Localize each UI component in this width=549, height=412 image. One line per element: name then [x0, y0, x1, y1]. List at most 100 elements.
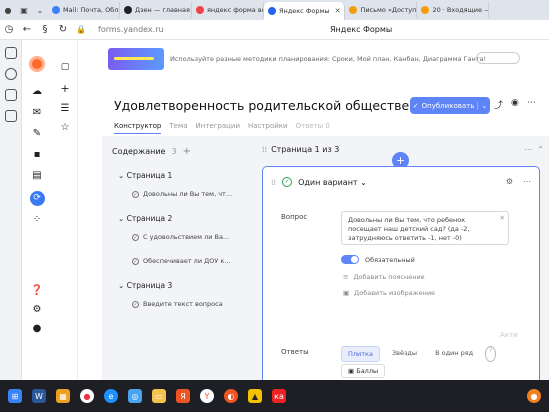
add-form-icon[interactable]: +	[52, 82, 78, 95]
banner-button[interactable]	[476, 52, 520, 64]
browser-tab[interactable]: Дзен — главная н	[120, 2, 192, 18]
reload-icon[interactable]: ↻	[54, 24, 72, 35]
edge-icon[interactable]: e	[104, 389, 118, 403]
question-text-input[interactable]: Довольны ли Вы тем, что ребенок посещает…	[341, 211, 509, 245]
outline-page-1[interactable]: ⌄ Страница 1	[118, 171, 252, 180]
sidebar-notes-icon[interactable]	[5, 110, 17, 122]
tab-settings[interactable]: Настройки	[248, 122, 288, 134]
form-title[interactable]: Удовлетворенность родительской обществен…	[114, 98, 456, 113]
tab-list-chevron-icon[interactable]: ⌄	[32, 2, 48, 18]
star-icon[interactable]: ☆	[52, 122, 78, 133]
outline-question[interactable]: ✓ Довольны ли Вы тем, чт...	[132, 190, 252, 198]
tab-answers[interactable]: Ответы 0	[296, 122, 330, 134]
browser-tab[interactable]: Яндекс Формы ✕	[264, 2, 346, 20]
answer-mode-tiles[interactable]: Плитка	[341, 346, 380, 362]
score-button[interactable]: ▣ Баллы	[341, 364, 386, 378]
question-settings-icon[interactable]: ⚙	[506, 177, 513, 186]
sidebar-messenger-icon[interactable]	[5, 89, 17, 101]
sidebar-toggle-icon[interactable]: ◷	[0, 24, 18, 35]
sidebar-media-icon[interactable]	[5, 68, 17, 80]
alert-icon[interactable]: ▲	[248, 389, 262, 403]
sidebar-apps-icon[interactable]	[5, 47, 17, 59]
explorer-folder-icon[interactable]: ◎	[128, 389, 142, 403]
user-avatar-icon[interactable]: ●	[22, 323, 52, 334]
windows-start-icon[interactable]: ⊞	[8, 389, 22, 403]
add-page-icon[interactable]: +	[183, 146, 191, 157]
radio-question-icon: ✓	[132, 257, 139, 265]
question-type-row: ⁞⁞ ✓ Один вариант ⌄	[271, 177, 367, 187]
browser-collections-icon[interactable]: ▣	[16, 2, 32, 18]
mail-icon[interactable]: ✉	[22, 107, 52, 118]
answers-label: Ответы	[281, 348, 309, 356]
address-page-title: Яндекс Формы	[330, 25, 393, 34]
hint-icon: ≡	[343, 273, 349, 281]
chrome-icon[interactable]: ●	[80, 389, 94, 403]
forms-logo-icon[interactable]: ⟳	[29, 191, 45, 206]
banner-image	[108, 48, 164, 70]
browser-menu-icon[interactable]: ●	[0, 2, 16, 18]
url-field[interactable]: forms.yandex.ru	[98, 25, 164, 34]
apps-grid-icon[interactable]: ⁘	[22, 214, 52, 225]
publish-dropdown-icon[interactable]: ⌄	[477, 101, 487, 110]
clear-icon[interactable]: ✕	[500, 214, 505, 223]
browser-sidebar	[0, 40, 22, 380]
tab-theme[interactable]: Тема	[169, 122, 187, 134]
page-more-icon[interactable]: ⋯ ⌃	[524, 145, 544, 154]
printer-icon[interactable]: ▤	[22, 170, 52, 181]
required-toggle[interactable]	[341, 255, 359, 264]
outline-question[interactable]: ✓ Введите текст вопроса	[132, 300, 252, 308]
tab-favicon-icon	[52, 6, 60, 14]
required-toggle-row[interactable]: Обязательный	[341, 255, 415, 264]
close-tab-icon[interactable]: ✕	[335, 7, 341, 15]
outline-question[interactable]: ✓ Обеспечивает ли ДОУ к...	[132, 257, 252, 265]
notification-icon[interactable]: ●	[527, 389, 541, 403]
help-icon[interactable]: ?	[485, 346, 497, 362]
outline-header: Содержание 3 +	[112, 146, 252, 157]
outline-question[interactable]: ✓ С удовольствием ли Ва...	[132, 233, 252, 241]
outline-panel: Содержание 3 + ⌄ Страница 1 ✓ Довольны ли…	[112, 146, 252, 324]
apps-icon[interactable]: ▦	[56, 389, 70, 403]
preview-eye-icon[interactable]: ◉	[511, 98, 519, 111]
tab-label: яндекс форма вой	[207, 6, 264, 14]
list-icon[interactable]: ☰	[52, 103, 78, 114]
tab-favicon-icon	[421, 6, 430, 14]
answer-mode-stars[interactable]: Звёзды	[386, 346, 423, 362]
check-icon: ✓	[412, 101, 419, 110]
add-image-link[interactable]: ▣ Добавить изображение	[343, 289, 435, 297]
content-area: Содержание 3 + ⌄ Страница 1 ✓ Довольны ли…	[102, 136, 549, 380]
share-icon[interactable]: ⤴	[494, 98, 503, 111]
question-drag-icon[interactable]: ⁞⁞	[271, 178, 276, 187]
browser-icon[interactable]: ◐	[224, 389, 238, 403]
file-folder-icon[interactable]: ▭	[152, 389, 166, 403]
browser-tab[interactable]: яндекс форма вой	[192, 2, 264, 18]
publish-button[interactable]: ✓ Опубликовать ⌄	[410, 97, 490, 114]
cloud-icon[interactable]: ☁	[22, 86, 52, 97]
question-type-select[interactable]: Один вариант ⌄	[298, 178, 367, 187]
settings-gear-icon[interactable]: ⚙	[22, 304, 52, 315]
forms-panel-icon[interactable]: ▢	[52, 62, 78, 72]
briefcase-icon[interactable]: ▪	[22, 149, 52, 160]
pen-icon[interactable]: ✎	[22, 128, 52, 139]
browser-tab[interactable]: Письмо «Доступ к	[345, 2, 418, 18]
drag-handle-icon[interactable]: ⁞⁞	[262, 145, 267, 154]
add-hint-link[interactable]: ≡ Добавить пояснение	[343, 273, 425, 281]
question-more-icon[interactable]: ⋯	[523, 177, 531, 186]
radio-question-icon: ✓	[132, 233, 139, 241]
more-menu-icon[interactable]: ⋯	[527, 98, 536, 111]
yandex-icon[interactable]: Я	[176, 389, 190, 403]
word-icon[interactable]: W	[32, 389, 46, 403]
answer-mode-row[interactable]: В один ряд	[429, 346, 479, 362]
outline-page-2[interactable]: ⌄ Страница 2	[118, 214, 252, 223]
tab-constructor[interactable]: Конструктор	[114, 122, 162, 134]
page-title: Страница 1 из 3	[271, 144, 340, 154]
outline-page-3[interactable]: ⌄ Страница 3	[118, 281, 252, 290]
browser-tab[interactable]: 20 · Входящие —	[417, 2, 490, 18]
yandex-browser-icon[interactable]: Y	[200, 389, 214, 403]
shield-icon[interactable]: §	[36, 24, 54, 35]
back-arrow-icon[interactable]: ←	[18, 24, 36, 35]
help-icon[interactable]: ❓	[22, 285, 52, 296]
app-icon[interactable]: ка	[272, 389, 286, 403]
alice-icon[interactable]	[29, 56, 45, 72]
tab-integrations[interactable]: Интеграции	[196, 122, 240, 134]
browser-tab[interactable]: Mail: Почта, Обла	[48, 2, 120, 18]
